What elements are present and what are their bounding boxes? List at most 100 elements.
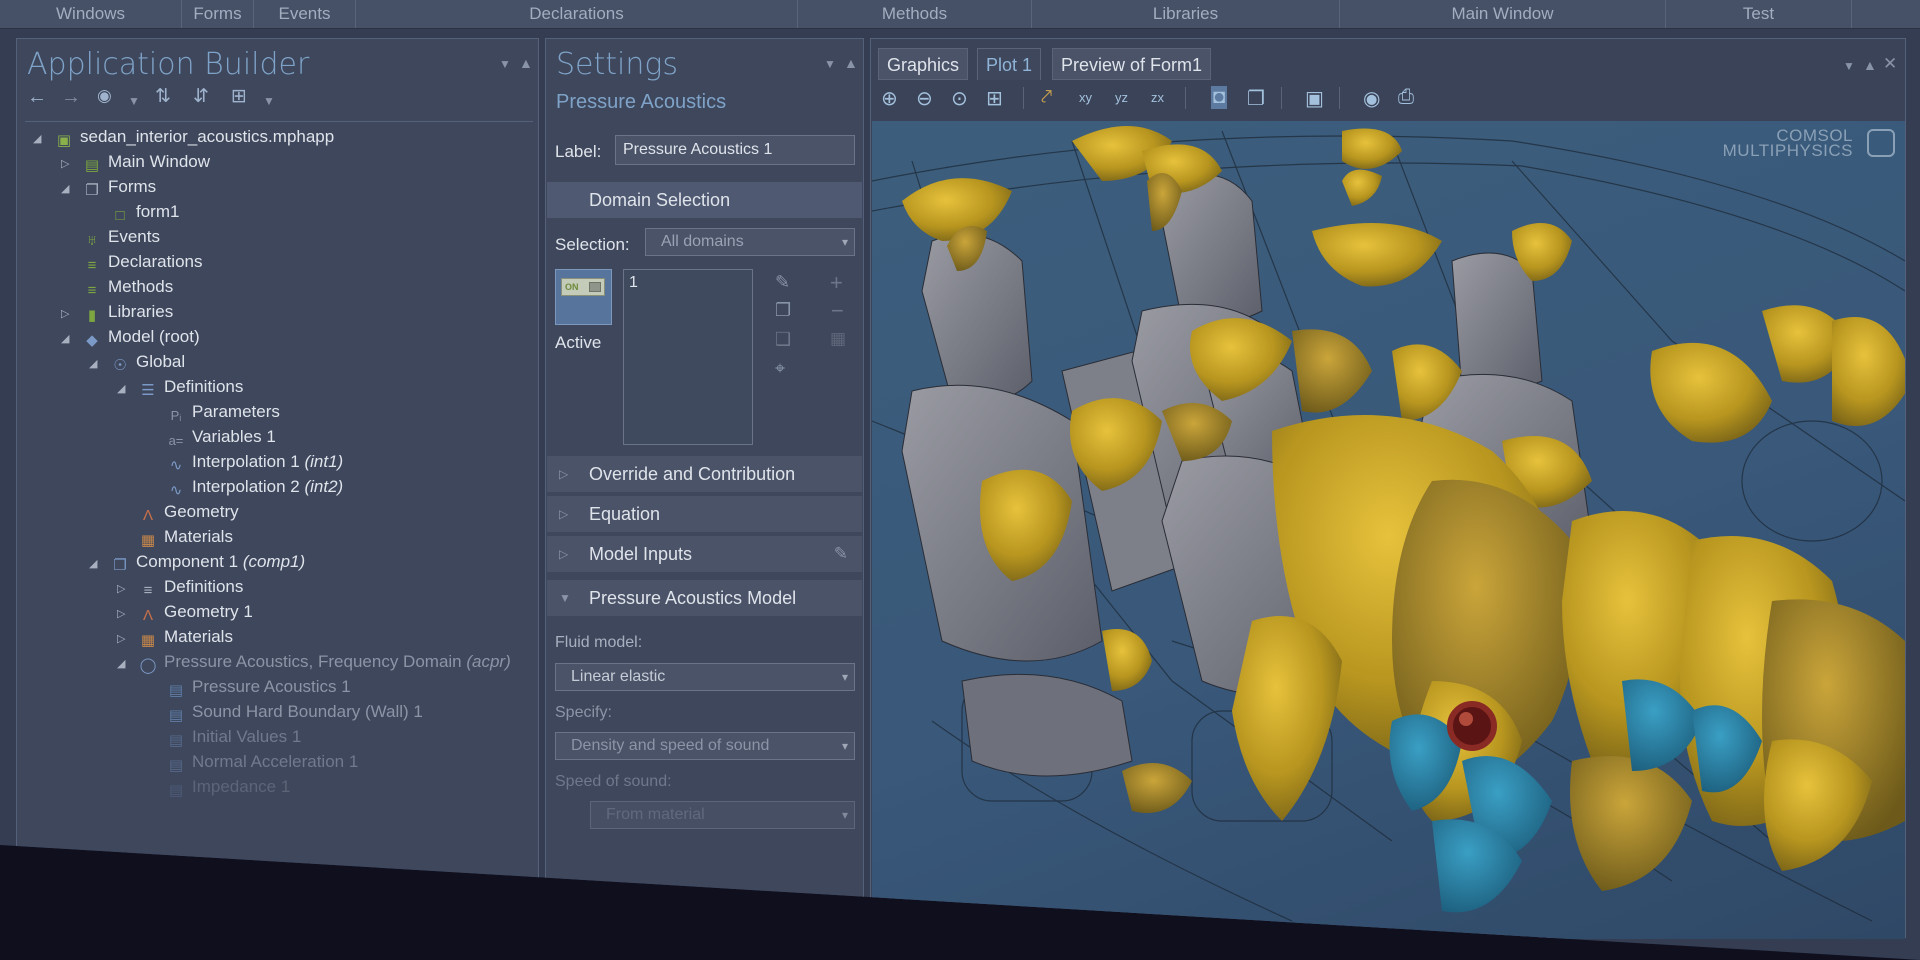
equation-header[interactable]: ▷ Equation	[547, 496, 862, 532]
model-inputs-header[interactable]: ▷ Model Inputs ✎	[547, 536, 862, 572]
options-dropdown-icon[interactable]: ▼	[263, 94, 275, 108]
tree-item-events[interactable]: ♅ Events	[81, 225, 160, 250]
tab-preview-form1[interactable]: Preview of Form1	[1052, 48, 1212, 80]
lock-icon[interactable]: ▣	[1305, 86, 1324, 111]
tree-item-declarations[interactable]: ≡ Declarations	[81, 250, 203, 275]
label-input[interactable]	[615, 135, 855, 165]
back-arrow-icon[interactable]: ←	[27, 86, 47, 109]
on-switch-icon: ON	[561, 278, 605, 296]
pin-icon[interactable]: ▲	[844, 55, 858, 71]
active-label: Active	[555, 333, 602, 352]
tree-item-pressure-acoustics-fd[interactable]: ◢ ◯ Pressure Acoustics, Frequency Domain (…	[117, 650, 511, 675]
print-icon[interactable]: ⎙	[1398, 86, 1414, 109]
tree-item-variables[interactable]: a= Variables 1	[165, 425, 276, 450]
tree-item-interpolation-1[interactable]: ∿ Interpolation 1 (int1)	[165, 450, 344, 475]
panel-menu-icon[interactable]: ▼	[824, 57, 836, 71]
tree-item-form1[interactable]: □ form1	[109, 200, 179, 225]
zoom-out-icon[interactable]: ⊖	[916, 86, 933, 111]
tree-item-normal-acceleration[interactable]: ▤ Normal Acceleration 1	[165, 750, 358, 775]
tree-item-app[interactable]: ◢ ▣ sedan_interior_acoustics.mphapp	[33, 125, 334, 150]
ribbon-tab-events[interactable]: Events	[254, 0, 356, 28]
panel-menu-icon[interactable]: ▼	[1843, 59, 1855, 73]
tree-item-sound-hard-boundary[interactable]: ▤ Sound Hard Boundary (Wall) 1	[165, 700, 423, 725]
override-contribution-header[interactable]: ▷ Override and Contribution	[547, 456, 862, 492]
transparency-icon[interactable]: ❐	[1247, 86, 1265, 111]
tab-plot-1[interactable]: Plot 1	[977, 48, 1042, 80]
tree-item-parameters[interactable]: Pᵢ Parameters	[165, 400, 280, 425]
component-icon: ❐	[113, 557, 127, 574]
pin-icon[interactable]: ▲	[1863, 57, 1877, 73]
edit-icon[interactable]: ✎	[834, 536, 848, 572]
zoom-to-selection-icon[interactable]: ⌖	[775, 358, 785, 379]
clear-selection-icon[interactable]: ❑	[775, 329, 791, 350]
panel-title: Settings	[556, 47, 679, 82]
eye-icon[interactable]: ◉	[97, 86, 112, 106]
specify-dropdown[interactable]: Density and speed of sound	[555, 732, 855, 760]
tree-item-materials[interactable]: ▦ Materials	[137, 525, 233, 550]
feature-icon: ▤	[168, 682, 184, 699]
geometry-icon: Λ	[142, 607, 154, 624]
tree-item-main-window[interactable]: ▷ ▤ Main Window	[61, 150, 210, 175]
expand-all-icon[interactable]: ⇵	[193, 85, 209, 108]
tree-item-impedance[interactable]: ▤ Impedance 1	[165, 775, 290, 800]
toolbar-divider	[1281, 87, 1282, 109]
tree-item-comp-materials[interactable]: ▷ ▦ Materials	[117, 625, 233, 650]
tree-item-methods[interactable]: ≡ Methods	[81, 275, 174, 300]
default-view-icon[interactable]: ⤤	[1041, 86, 1052, 109]
selection-list-item[interactable]: 1	[629, 274, 638, 292]
tree-item-geometry[interactable]: Λ Geometry	[137, 500, 239, 525]
close-icon[interactable]: ✕	[1883, 54, 1897, 74]
tree-item-initial-values[interactable]: ▤ Initial Values 1	[165, 725, 301, 750]
pressure-acoustics-model-header[interactable]: ▼ Pressure Acoustics Model	[547, 580, 862, 616]
ribbon-tab-declarations[interactable]: Declarations	[356, 0, 798, 28]
ribbon-tab-forms[interactable]: Forms	[182, 0, 254, 28]
tree-options-icon[interactable]: ⊞	[231, 85, 247, 108]
tree-item-forms[interactable]: ◢ ❐ Forms	[61, 175, 156, 200]
ribbon-tab-main-window[interactable]: Main Window	[1340, 0, 1666, 28]
forward-arrow-icon[interactable]: →	[61, 86, 81, 109]
tree-item-component-1[interactable]: ◢ ❐ Component 1 (comp1)	[89, 550, 305, 575]
tab-graphics[interactable]: Graphics	[878, 48, 969, 80]
add-icon[interactable]: +	[830, 270, 843, 296]
model-icon: ◆	[86, 332, 98, 349]
xy-view-icon[interactable]: xy	[1079, 90, 1092, 105]
create-selection-icon[interactable]: ▦	[830, 329, 846, 349]
interpolation-icon: ∿	[169, 482, 183, 499]
tree-item-interpolation-2[interactable]: ∿ Interpolation 2 (int2)	[165, 475, 344, 500]
panel-menu-icon[interactable]: ▼	[499, 57, 511, 71]
ribbon-tab-test[interactable]: Test	[1666, 0, 1852, 28]
render-mode-icon[interactable]: ◘	[1211, 86, 1228, 109]
tree-item-pressure-acoustics-1[interactable]: ▤ Pressure Acoustics 1	[165, 675, 351, 700]
toolbar-divider	[1185, 87, 1186, 109]
active-toggle-button[interactable]: ON	[555, 269, 612, 325]
collapse-all-icon[interactable]: ⇅	[155, 85, 171, 108]
tree-item-libraries[interactable]: ▷ ▮ Libraries	[61, 300, 173, 325]
paste-selection-icon[interactable]: ✎	[775, 272, 790, 293]
tree-item-definitions[interactable]: ◢ ☰ Definitions	[117, 375, 243, 400]
zoom-in-icon[interactable]: ⊕	[881, 86, 898, 111]
tree-item-comp-definitions[interactable]: ▷ ≡ Definitions	[117, 575, 243, 600]
copy-selection-icon[interactable]: ❐	[775, 300, 791, 321]
selection-dropdown[interactable]: All domains	[645, 228, 855, 256]
ribbon-tab-windows[interactable]: Windows	[0, 0, 182, 28]
yz-view-icon[interactable]: yz	[1115, 90, 1128, 105]
domain-selection-header[interactable]: Domain Selection	[547, 182, 862, 218]
remove-icon[interactable]: −	[831, 298, 844, 324]
ribbon-bar: Windows Forms Events Declarations Method…	[0, 0, 1920, 29]
camera-icon[interactable]: ◉	[1363, 86, 1380, 111]
zx-view-icon[interactable]: zx	[1151, 90, 1164, 105]
speed-of-sound-dropdown[interactable]: From material	[590, 801, 855, 829]
view-dropdown-icon[interactable]: ▼	[128, 94, 140, 108]
application-builder-panel: Application Builder ▼ ▲ ← → ◉ ▼ ⇅ ⇵ ⊞ ▼ …	[16, 38, 539, 938]
tree-item-model-root[interactable]: ◢ ◆ Model (root)	[61, 325, 200, 350]
pin-icon[interactable]: ▲	[519, 55, 533, 71]
zoom-extents-icon[interactable]: ⊞	[986, 86, 1003, 111]
zoom-box-icon[interactable]: ⊙	[951, 86, 968, 111]
ribbon-tab-methods[interactable]: Methods	[798, 0, 1032, 28]
tree-item-global[interactable]: ◢ ☉ Global	[89, 350, 185, 375]
graphics-viewport[interactable]: COMSOL MULTIPHYSICS	[872, 121, 1905, 939]
selection-listbox[interactable]: 1	[623, 269, 753, 445]
fluid-model-dropdown[interactable]: Linear elastic	[555, 663, 855, 691]
ribbon-tab-libraries[interactable]: Libraries	[1032, 0, 1340, 28]
tree-item-geometry-1[interactable]: ▷ Λ Geometry 1	[117, 600, 253, 625]
